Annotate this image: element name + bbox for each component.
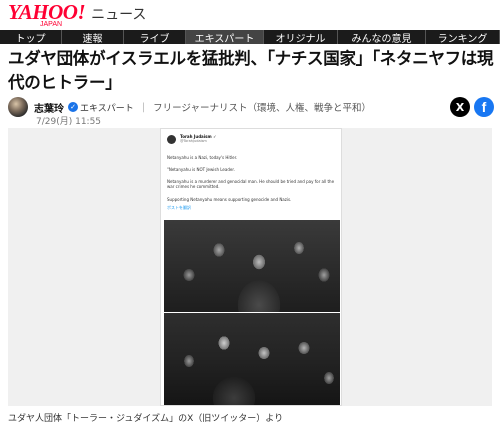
embedded-tweet-screenshot: Torah Judaism ✓ @TorahJudaism Netanyahu … — [160, 128, 342, 406]
tweet-text-line: Netanyahu is a murderer and genocidal ma… — [167, 179, 335, 189]
tab-top[interactable]: トップ — [0, 30, 62, 44]
tab-label: みんなの意見 — [351, 33, 412, 45]
tab-opinions[interactable]: みんなの意見 — [338, 30, 426, 44]
avatar[interactable] — [8, 97, 28, 117]
tweet-text-line: "Netanyahu is NOT Jewish Leader. — [167, 167, 235, 172]
tab-label: ランキング — [437, 33, 488, 45]
author-name[interactable]: 志葉玲 — [34, 100, 64, 115]
yahoo-japan-logo[interactable]: YAHOO! JAPAN — [8, 2, 86, 29]
publish-date: 7/29(月) 11:55 — [36, 117, 102, 127]
author-description: フリージャーナリスト（環境、人権、戦争と平和） — [153, 103, 371, 114]
main-nav: トップ 速報 ライブ エキスパート オリジナル みんなの意見 ランキング — [0, 30, 500, 44]
tab-label: エキスパート — [194, 33, 255, 45]
article-image: Torah Judaism ✓ @TorahJudaism Netanyahu … — [8, 128, 492, 406]
logo-subtext: JAPAN — [40, 21, 63, 28]
tab-label: ライブ — [139, 33, 170, 45]
tab-label: トップ — [15, 33, 46, 45]
tweet-text-line: Supporting Netanyahu means supporting ge… — [167, 197, 292, 202]
logo-text[interactable]: YAHOO! — [8, 2, 86, 23]
tab-ranking[interactable]: ランキング — [426, 30, 500, 44]
expert-badge: ✓ エキスパート — [68, 101, 134, 114]
tweet-text-line: Netanyahu is a Nazi, today's Hitler. — [167, 155, 238, 160]
share-x-button[interactable]: X — [450, 97, 470, 117]
divider: | — [141, 101, 146, 113]
facebook-icon: f — [481, 99, 487, 115]
site-header: YAHOO! JAPAN ニュース — [0, 0, 500, 30]
section-name[interactable]: ニュース — [91, 4, 146, 24]
share-facebook-button[interactable]: f — [474, 97, 494, 117]
tab-label: 速報 — [82, 33, 103, 45]
x-icon: X — [455, 100, 465, 114]
tweet-header: Torah Judaism ✓ @TorahJudaism — [167, 134, 216, 144]
tweet-author-handle: @TorahJudaism — [180, 139, 207, 143]
image-caption: ユダヤ人団体「トーラー・ジュダイズム」のX（旧ツイッター）より — [8, 414, 284, 424]
netanyahu-photo — [164, 313, 340, 405]
tab-label: オリジナル — [275, 33, 326, 45]
verified-check-icon: ✓ — [68, 102, 78, 112]
tab-expert[interactable]: エキスパート — [186, 30, 264, 44]
tab-live[interactable]: ライブ — [124, 30, 186, 44]
tab-original[interactable]: オリジナル — [264, 30, 338, 44]
historical-photo — [164, 220, 340, 312]
expert-badge-label: エキスパート — [80, 103, 134, 114]
tab-breaking[interactable]: 速報 — [62, 30, 124, 44]
article-title: ユダヤ団体がイスラエルを猛批判、「ナチス国家」「ネタニヤフは現代のヒトラー」 — [8, 49, 494, 92]
tweet-translate-link: ポストを翻訳 — [167, 205, 191, 210]
tweet-avatar — [167, 134, 176, 144]
